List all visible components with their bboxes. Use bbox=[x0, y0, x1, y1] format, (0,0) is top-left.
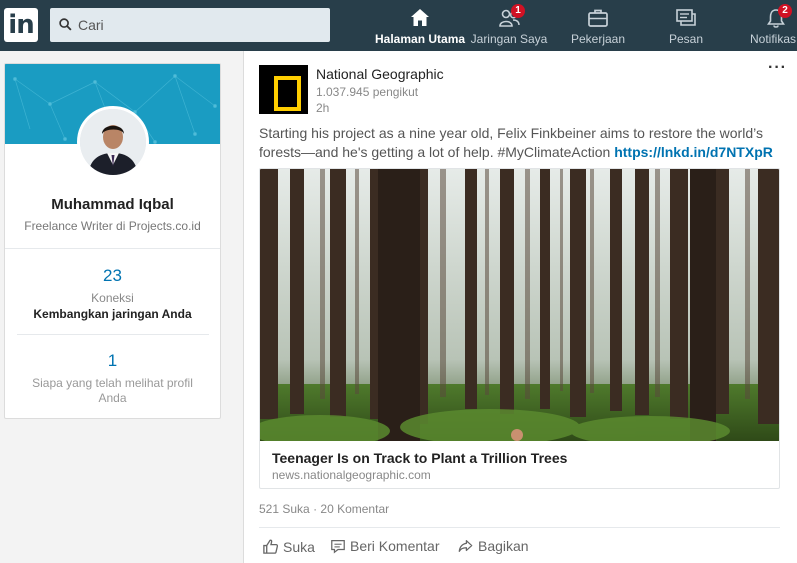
network-badge: 1 bbox=[511, 4, 525, 18]
like-button[interactable]: Suka bbox=[262, 538, 315, 555]
comment-label: Beri Komentar bbox=[350, 538, 440, 554]
search-input[interactable] bbox=[78, 8, 323, 42]
stats-divider bbox=[17, 334, 209, 335]
connections-label: Koneksi bbox=[91, 291, 134, 305]
article-image[interactable] bbox=[260, 169, 780, 441]
profile-card: Muhammad Iqbal Freelance Writer di Proje… bbox=[4, 63, 221, 419]
share-label: Bagikan bbox=[478, 538, 529, 554]
comment-button[interactable]: Beri Komentar bbox=[330, 538, 439, 554]
profile-headline: Freelance Writer di Projects.co.id bbox=[24, 219, 201, 233]
notifications-badge: 2 bbox=[778, 4, 792, 18]
nav-label-home: Halaman Utama bbox=[375, 32, 466, 46]
avatar[interactable] bbox=[77, 106, 149, 178]
nav-item-network[interactable]: 1 Jaringan Saya bbox=[467, 0, 551, 51]
nav-item-jobs[interactable]: Pekerjaan bbox=[560, 0, 636, 51]
profile-viewers-count[interactable]: 1 bbox=[5, 351, 220, 371]
nav-label-jobs: Pekerjaan bbox=[570, 32, 626, 46]
social-counts: 521 Suka · 20 Komentar bbox=[259, 502, 389, 516]
profile-divider bbox=[5, 248, 220, 249]
nav-label-network: Jaringan Saya bbox=[470, 32, 548, 46]
national-geographic-logo[interactable] bbox=[259, 65, 308, 114]
linkedin-logo[interactable]: in bbox=[4, 8, 38, 42]
feed-post: National Geographic 1.037.945 pengikut 2… bbox=[243, 51, 797, 563]
article-source: news.nationalgeographic.com bbox=[272, 468, 431, 482]
post-author[interactable]: National Geographic bbox=[316, 66, 444, 82]
profile-viewers-label: Siapa yang telah melihat profil Anda bbox=[32, 376, 193, 405]
nav-label-messages: Pesan bbox=[668, 32, 704, 46]
home-icon bbox=[411, 9, 429, 26]
post-text: Starting his project as a nine year old,… bbox=[259, 124, 789, 162]
briefcase-icon bbox=[588, 9, 608, 27]
like-label: Suka bbox=[283, 538, 315, 555]
connections-count[interactable]: 23 bbox=[5, 266, 220, 286]
actions-divider bbox=[259, 527, 780, 528]
grow-network-link[interactable]: Kembangkan jaringan Anda bbox=[5, 307, 220, 321]
nav-label-notifications: Notifikas bbox=[750, 32, 797, 46]
article-preview[interactable]: Teenager Is on Track to Plant a Trillion… bbox=[259, 168, 780, 489]
more-options-icon[interactable]: ··· bbox=[768, 59, 787, 77]
messages-icon bbox=[676, 9, 696, 26]
comments-count[interactable]: 20 Komentar bbox=[320, 502, 389, 516]
share-button[interactable]: Bagikan bbox=[457, 538, 529, 554]
nav-item-home[interactable]: Halaman Utama bbox=[375, 0, 465, 51]
top-navigation-bar: in Halaman Utama 1 Jaringan Saya Pekerja… bbox=[0, 0, 797, 51]
comment-icon bbox=[331, 540, 345, 554]
nav-item-notifications[interactable]: 2 Notifikas bbox=[745, 0, 797, 51]
post-link[interactable]: https://lnkd.in/d7NTXpR bbox=[614, 144, 773, 160]
likes-count[interactable]: 521 Suka bbox=[259, 502, 310, 516]
share-icon bbox=[458, 540, 473, 552]
article-title[interactable]: Teenager Is on Track to Plant a Trillion… bbox=[272, 450, 567, 466]
search-icon bbox=[59, 18, 72, 31]
profile-name[interactable]: Muhammad Iqbal bbox=[5, 196, 220, 213]
post-time: 2h bbox=[316, 101, 330, 115]
post-followers: 1.037.945 pengikut bbox=[316, 85, 419, 99]
nav-item-messages[interactable]: Pesan bbox=[652, 0, 720, 51]
thumbs-up-icon bbox=[263, 539, 279, 554]
search-box[interactable] bbox=[50, 8, 330, 42]
